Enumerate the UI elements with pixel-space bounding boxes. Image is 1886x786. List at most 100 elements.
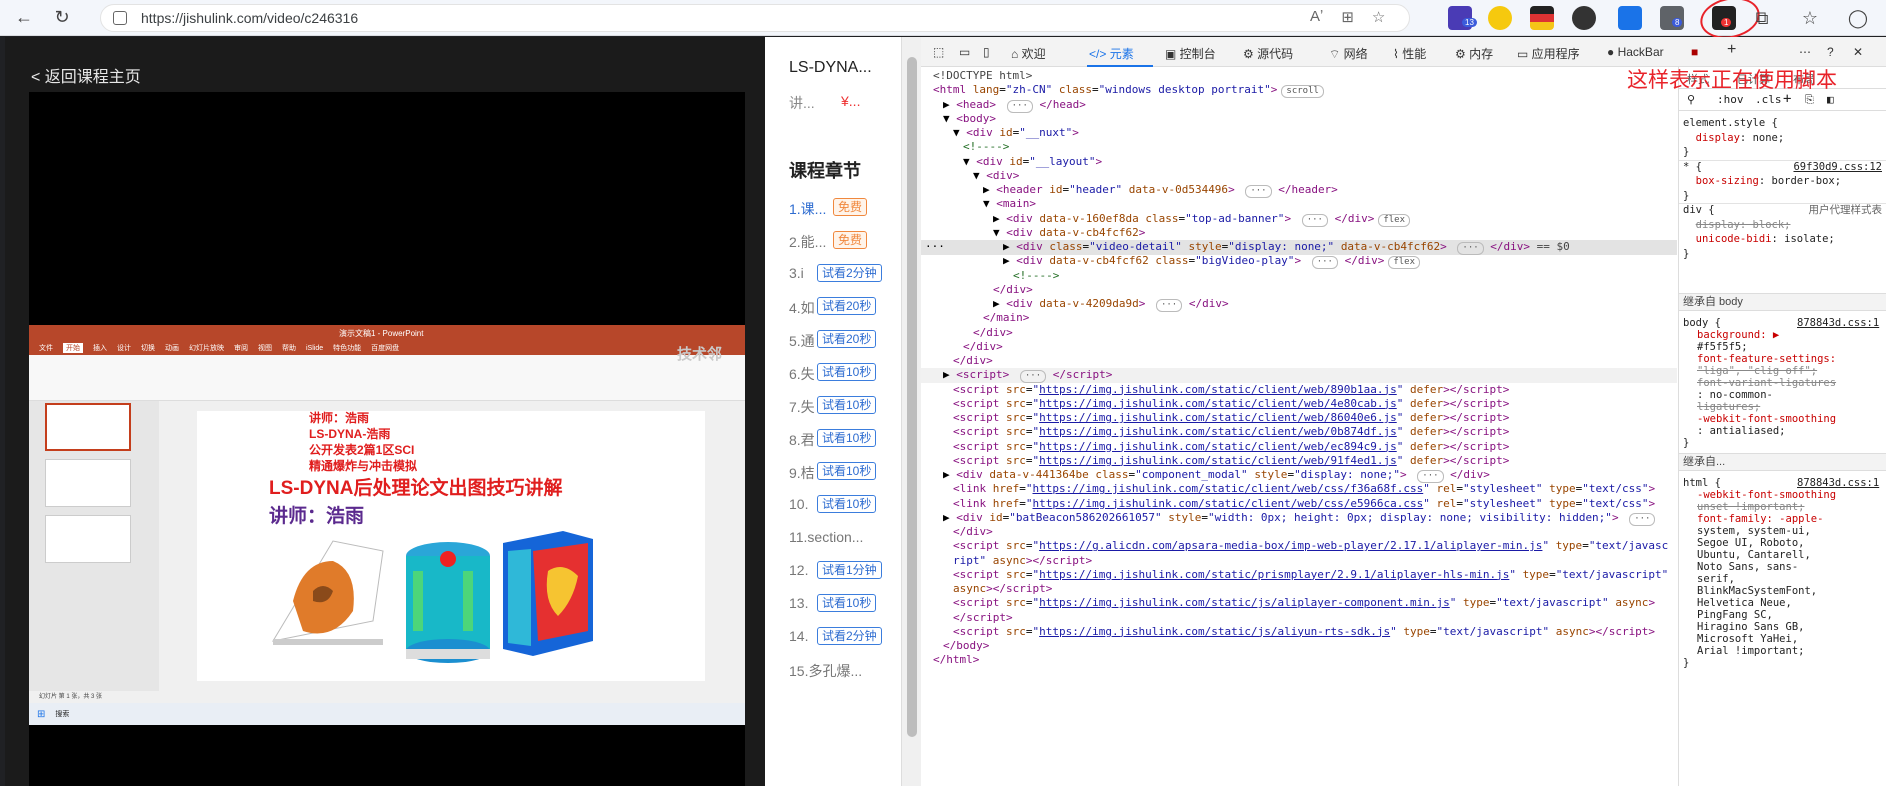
- inspect-icon[interactable]: ⬚: [933, 45, 944, 59]
- tab-network[interactable]: ⌔ 网络: [1329, 45, 1368, 62]
- style-rule-line[interactable]: }: [1683, 146, 1882, 159]
- tab-performance[interactable]: ⌇ 性能: [1393, 45, 1426, 62]
- tab-elements[interactable]: </> 元素: [1089, 45, 1134, 62]
- tab-welcome[interactable]: ⌂ 欢迎: [1011, 45, 1046, 62]
- style-rule-line[interactable]: display: block;: [1683, 219, 1882, 232]
- dom-node[interactable]: ▶ <div id="batBeacon586202661057" style=…: [943, 511, 1656, 526]
- ppt-ribbon-tab[interactable]: 动画: [165, 343, 179, 353]
- chapter-item[interactable]: 11.section...: [789, 529, 863, 545]
- filter-icon[interactable]: ⚲: [1687, 93, 1695, 106]
- dock-icon[interactable]: ▯: [983, 45, 990, 59]
- dom-node[interactable]: <script src="https://img.jishulink.com/s…: [953, 625, 1655, 639]
- dom-node[interactable]: <!---->: [1013, 269, 1059, 283]
- node-actions-icon[interactable]: ···: [925, 240, 945, 254]
- extension-icon[interactable]: [1660, 6, 1684, 30]
- element-state-icon[interactable]: ⎘: [1805, 93, 1814, 107]
- sidebar-scrollbar[interactable]: [901, 37, 921, 786]
- chapter-item[interactable]: 1.课...: [789, 199, 826, 219]
- dom-node[interactable]: ript" async></script>: [953, 554, 1092, 568]
- ppt-ribbon-tab[interactable]: 插入: [93, 343, 107, 353]
- profile-icon[interactable]: ◯: [1844, 4, 1872, 32]
- extension-icon[interactable]: [1618, 6, 1642, 30]
- chapter-item[interactable]: 2.能...: [789, 232, 826, 252]
- dom-node[interactable]: <!DOCTYPE html>: [933, 69, 1032, 83]
- ppt-ribbon-tab[interactable]: 视图: [258, 343, 272, 353]
- dom-node[interactable]: ▼ <div id="__nuxt">: [953, 126, 1079, 140]
- reload-icon[interactable]: ↻: [48, 4, 76, 32]
- extensions-icon[interactable]: ⧉: [1748, 4, 1776, 32]
- dom-node[interactable]: ▶ <div data-v-160ef8da class="top-ad-ban…: [993, 212, 1411, 227]
- tab-application[interactable]: ▭ 应用程序: [1517, 45, 1580, 62]
- help-icon[interactable]: ?: [1827, 45, 1834, 59]
- style-rule-line[interactable]: element.style {: [1683, 117, 1882, 130]
- add-tab-icon[interactable]: +: [1727, 41, 1736, 59]
- chapter-item[interactable]: 15.多孔爆...: [789, 661, 862, 681]
- style-rule-line[interactable]: display: none;: [1683, 132, 1882, 145]
- chapter-item[interactable]: 7.失: [789, 397, 815, 417]
- dom-node[interactable]: async></script>: [953, 582, 1052, 596]
- style-rule-line[interactable]: * {69f30d9.css:12: [1683, 161, 1882, 174]
- ppt-ribbon-tab[interactable]: 文件: [39, 343, 53, 353]
- style-rule-line[interactable]: }: [1683, 437, 1689, 450]
- dom-node[interactable]: </div>: [953, 354, 993, 368]
- dom-node[interactable]: <script src="https://img.jishulink.com/s…: [953, 383, 1509, 397]
- dom-node[interactable]: ▶ <head> ··· </head>: [943, 98, 1086, 113]
- dom-node[interactable]: <html lang="zh-CN" class="windows deskto…: [933, 83, 1324, 99]
- chapter-item[interactable]: 4.如: [789, 298, 815, 318]
- slide-thumbnail[interactable]: [45, 403, 131, 451]
- dom-node[interactable]: ▶ <div class="video-detail" style="displ…: [1003, 240, 1570, 255]
- back-to-course-link[interactable]: < 返回课程主页: [31, 63, 141, 87]
- dom-node[interactable]: </div>: [973, 326, 1013, 340]
- style-rule-line[interactable]: }: [1683, 190, 1882, 203]
- dom-node[interactable]: </body>: [943, 639, 989, 653]
- tab-sources[interactable]: ⚙ 源代码: [1243, 45, 1293, 62]
- ppt-ribbon-tab[interactable]: 切换: [141, 343, 155, 353]
- read-aloud-icon[interactable]: Aʼ: [1310, 8, 1323, 26]
- style-rule-line[interactable]: : antialiased;: [1697, 425, 1786, 438]
- chapter-item[interactable]: 6.失: [789, 364, 815, 384]
- style-rule-line[interactable]: box-sizing: border-box;: [1683, 175, 1882, 188]
- extension-icon[interactable]: [1572, 6, 1596, 30]
- dom-node[interactable]: <script src="https://img.jishulink.com/s…: [953, 397, 1509, 411]
- body-rule-source[interactable]: 878843d.css:1: [1797, 317, 1879, 330]
- extension-icon[interactable]: [1530, 6, 1554, 30]
- dom-node[interactable]: <script src="https://img.jishulink.com/s…: [953, 596, 1655, 610]
- back-icon[interactable]: ←: [10, 4, 38, 32]
- style-rule-line[interactable]: div {用户代理样式表: [1683, 204, 1882, 217]
- chapter-item[interactable]: 8.君: [789, 430, 815, 450]
- favorite-star-icon[interactable]: ☆: [1372, 8, 1385, 26]
- more-icon[interactable]: ⋯: [1799, 45, 1811, 59]
- chapter-item[interactable]: 5.通: [789, 331, 815, 351]
- dom-node[interactable]: <script src="https://img.jishulink.com/s…: [953, 440, 1509, 454]
- dom-node[interactable]: <link href="https://img.jishulink.com/st…: [953, 482, 1655, 496]
- style-rule-line[interactable]: }: [1683, 248, 1882, 261]
- dom-node[interactable]: </script>: [953, 611, 1013, 625]
- dom-node[interactable]: </div>: [953, 525, 993, 539]
- dom-node[interactable]: </main>: [983, 311, 1029, 325]
- extension-tab-icon[interactable]: ■: [1691, 45, 1698, 59]
- chapter-item[interactable]: 10.: [789, 496, 808, 512]
- tab-hackbar[interactable]: ● HackBar: [1607, 45, 1664, 59]
- dom-node[interactable]: <script src="https://img.jishulink.com/s…: [953, 411, 1509, 425]
- dom-node[interactable]: <script src="https://g.alicdn.com/apsara…: [953, 539, 1668, 553]
- chapter-item[interactable]: 9.桔: [789, 463, 815, 483]
- dom-node[interactable]: ▶ <div data-v-4209da9d> ··· </div>: [993, 297, 1229, 312]
- tab-console[interactable]: ▣ 控制台: [1165, 45, 1216, 62]
- address-bar[interactable]: https://jishulink.com/video/c246316: [100, 4, 1410, 32]
- ppt-ribbon-tab[interactable]: 审阅: [234, 343, 248, 353]
- ppt-ribbon-tab[interactable]: 开始: [63, 343, 83, 353]
- taskbar-search[interactable]: 搜索: [55, 709, 69, 719]
- tab-memory[interactable]: ⚙ 内存: [1455, 45, 1493, 62]
- site-info-icon[interactable]: [113, 11, 127, 25]
- start-icon[interactable]: ⊞: [37, 709, 45, 720]
- favorites-icon[interactable]: ☆: [1796, 4, 1824, 32]
- dom-node[interactable]: ▶ <div data-v-441364be class="component_…: [943, 468, 1490, 483]
- slide-thumbnail[interactable]: [45, 515, 131, 563]
- dom-node[interactable]: ▶ <div data-v-cb4fcf62 class="bigVideo-p…: [1003, 254, 1421, 270]
- dom-node[interactable]: </div>: [993, 283, 1033, 297]
- dom-node[interactable]: ▶ <script> ··· </script>: [943, 368, 1112, 384]
- dom-node[interactable]: </div>: [963, 340, 1003, 354]
- translate-icon[interactable]: ⊞: [1341, 8, 1354, 26]
- video-player[interactable]: 演示文稿1 - PowerPoint 文件 开始 插入 设计 切换 动画 幻灯片放映 审阅 视图…: [29, 92, 745, 786]
- dom-node[interactable]: ▼ <div data-v-cb4fcf62>: [993, 226, 1145, 240]
